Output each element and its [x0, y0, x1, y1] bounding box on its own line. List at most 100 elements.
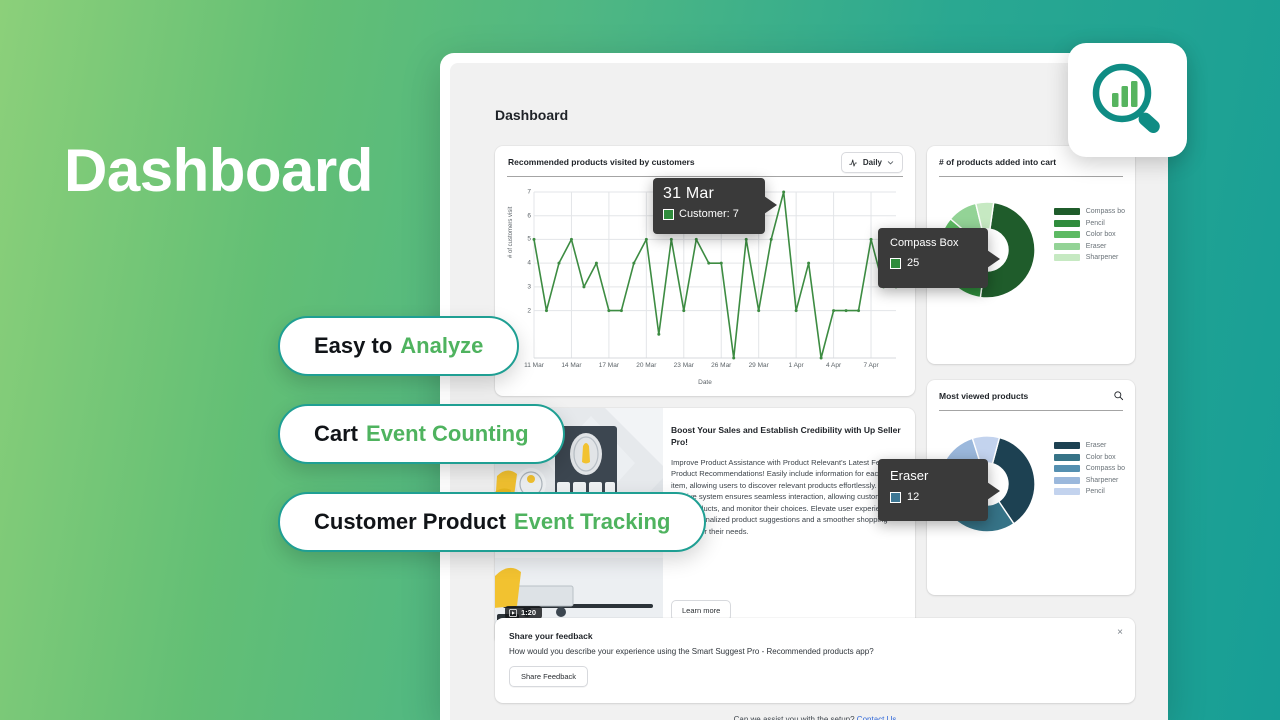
- chart-data-point[interactable]: [782, 190, 786, 194]
- callout-2-highlight: Event Counting: [366, 421, 529, 446]
- chart-data-point[interactable]: [732, 356, 736, 360]
- chart-tooltip-title: 31 Mar: [663, 185, 714, 202]
- dashboard-page-title: Dashboard: [495, 107, 569, 123]
- chart-y-tick: 3: [527, 283, 531, 291]
- cart-chart-legend: Compass bo Pencil Color box Eraser Sharpener: [1053, 208, 1125, 261]
- chart-y-tick: 5: [527, 235, 531, 243]
- chart-data-point[interactable]: [544, 309, 548, 313]
- callout-1-highlight: Analyze: [400, 333, 484, 358]
- chart-tooltip-row: Customer: 7: [663, 208, 755, 220]
- promo-heading: Boost Your Sales and Establish Credibili…: [671, 425, 901, 448]
- legend-swatch: [1053, 442, 1080, 449]
- chart-x-tick: 20 Mar: [636, 362, 657, 369]
- chart-data-point[interactable]: [757, 309, 761, 313]
- cart-tooltip-swatch: [890, 257, 901, 269]
- callout-3-highlight: Event Tracking: [513, 509, 671, 534]
- chart-data-point[interactable]: [607, 309, 611, 313]
- legend-item[interactable]: Pencil: [1053, 219, 1125, 227]
- chart-y-tick: 6: [527, 212, 531, 220]
- chart-x-tick: 14 Mar: [561, 362, 582, 369]
- viewed-card-title: Most viewed products: [939, 391, 1029, 401]
- chart-data-point[interactable]: [532, 237, 536, 241]
- legend-item[interactable]: Color box: [1053, 453, 1125, 461]
- chart-data-point[interactable]: [744, 237, 748, 241]
- legend-label: Pencil: [1085, 488, 1105, 495]
- legend-label: Eraser: [1085, 242, 1107, 250]
- legend-item[interactable]: Color box: [1053, 231, 1125, 238]
- chart-tooltip-swatch: [663, 208, 674, 220]
- legend-swatch: [1053, 219, 1080, 227]
- legend-item[interactable]: Compass bo: [1053, 208, 1125, 215]
- chart-card-title: Recommended products visited by customer…: [508, 157, 695, 167]
- chart-data-point[interactable]: [632, 261, 636, 265]
- chart-data-point[interactable]: [819, 356, 823, 360]
- chart-data-point[interactable]: [832, 309, 836, 313]
- chart-x-tick: 7 Apr: [863, 362, 879, 369]
- legend-item[interactable]: Eraser: [1053, 442, 1125, 449]
- chart-y-tick: 4: [527, 259, 531, 267]
- app-canvas: Dashboard Recommended products visited b…: [450, 63, 1168, 720]
- chart-data-point[interactable]: [794, 309, 798, 313]
- feedback-question: How would you describe your experience u…: [509, 647, 874, 656]
- chart-search-icon: [1092, 63, 1160, 133]
- chart-data-point[interactable]: [844, 309, 848, 313]
- assist-text: Can we assist you with the setup?: [733, 715, 855, 720]
- chart-data-point[interactable]: [619, 309, 623, 313]
- callout-1-prefix: Easy to: [314, 333, 393, 358]
- chart-range-label: Daily: [862, 158, 882, 167]
- legend-label: Color box: [1085, 453, 1116, 461]
- tooltip-arrow-icon: [987, 482, 1000, 500]
- chevron-down-icon: [887, 161, 894, 165]
- chart-data-point[interactable]: [857, 309, 861, 313]
- chart-tooltip-metric: Customer: 7: [679, 208, 739, 220]
- page-hero-title: Dashboard: [64, 137, 373, 204]
- chart-data-point[interactable]: [694, 237, 698, 241]
- legend-swatch: [1053, 488, 1080, 495]
- chart-y-tick: 2: [527, 307, 531, 315]
- cart-tooltip-value: 25: [907, 257, 920, 269]
- legend-swatch: [1053, 208, 1080, 215]
- close-icon[interactable]: ×: [1117, 628, 1123, 638]
- share-feedback-button[interactable]: Share Feedback: [509, 666, 589, 687]
- chart-range-selector[interactable]: Daily: [840, 152, 903, 173]
- legend-label: Sharpener: [1085, 476, 1119, 484]
- legend-label: Compass bo: [1085, 208, 1125, 215]
- chart-data-point[interactable]: [869, 237, 873, 241]
- chart-data-point[interactable]: [807, 261, 811, 265]
- feedback-title: Share your feedback: [509, 631, 593, 641]
- callout-easy-to-analyze: Easy to Analyze: [278, 316, 520, 376]
- app-window: Dashboard Recommended products visited b…: [440, 53, 1168, 720]
- chart-data-point[interactable]: [707, 261, 711, 265]
- chart-data-point[interactable]: [594, 261, 598, 265]
- chart-data-point[interactable]: [644, 237, 648, 241]
- chart-data-point[interactable]: [769, 237, 773, 241]
- assist-footer: Can we assist you with the setup? Contac…: [495, 715, 1135, 720]
- play-icon: [509, 608, 517, 617]
- legend-item[interactable]: Compass bo: [1053, 465, 1125, 472]
- activity-icon: [849, 158, 857, 167]
- cart-card-title: # of products added into cart: [939, 157, 1057, 167]
- chart-x-tick: 1 Apr: [788, 362, 804, 369]
- legend-item[interactable]: Sharpener: [1053, 254, 1125, 261]
- contact-us-link[interactable]: Contact Us: [857, 715, 897, 720]
- chart-data-point[interactable]: [582, 285, 586, 289]
- legend-swatch: [1053, 254, 1080, 261]
- chart-data-point[interactable]: [682, 309, 686, 313]
- legend-item[interactable]: Eraser: [1053, 242, 1125, 250]
- chart-data-point[interactable]: [669, 237, 673, 241]
- legend-label: Compass bo: [1085, 465, 1125, 472]
- cart-card-divider: [939, 176, 1123, 177]
- callout-3-prefix: Customer Product: [314, 509, 506, 534]
- chart-x-tick: 26 Mar: [711, 362, 732, 369]
- search-icon[interactable]: [1113, 390, 1124, 401]
- legend-item[interactable]: Pencil: [1053, 488, 1125, 495]
- chart-data-point[interactable]: [569, 237, 573, 241]
- viewed-tooltip-value: 12: [907, 491, 920, 503]
- legend-item[interactable]: Sharpener: [1053, 476, 1125, 484]
- chart-data-point[interactable]: [719, 261, 723, 265]
- legend-swatch: [1053, 453, 1080, 461]
- feedback-card: Share your feedback How would you descri…: [495, 618, 1135, 703]
- chart-data-point[interactable]: [657, 332, 661, 336]
- chart-x-tick: 17 Mar: [598, 362, 620, 369]
- chart-data-point[interactable]: [557, 261, 561, 265]
